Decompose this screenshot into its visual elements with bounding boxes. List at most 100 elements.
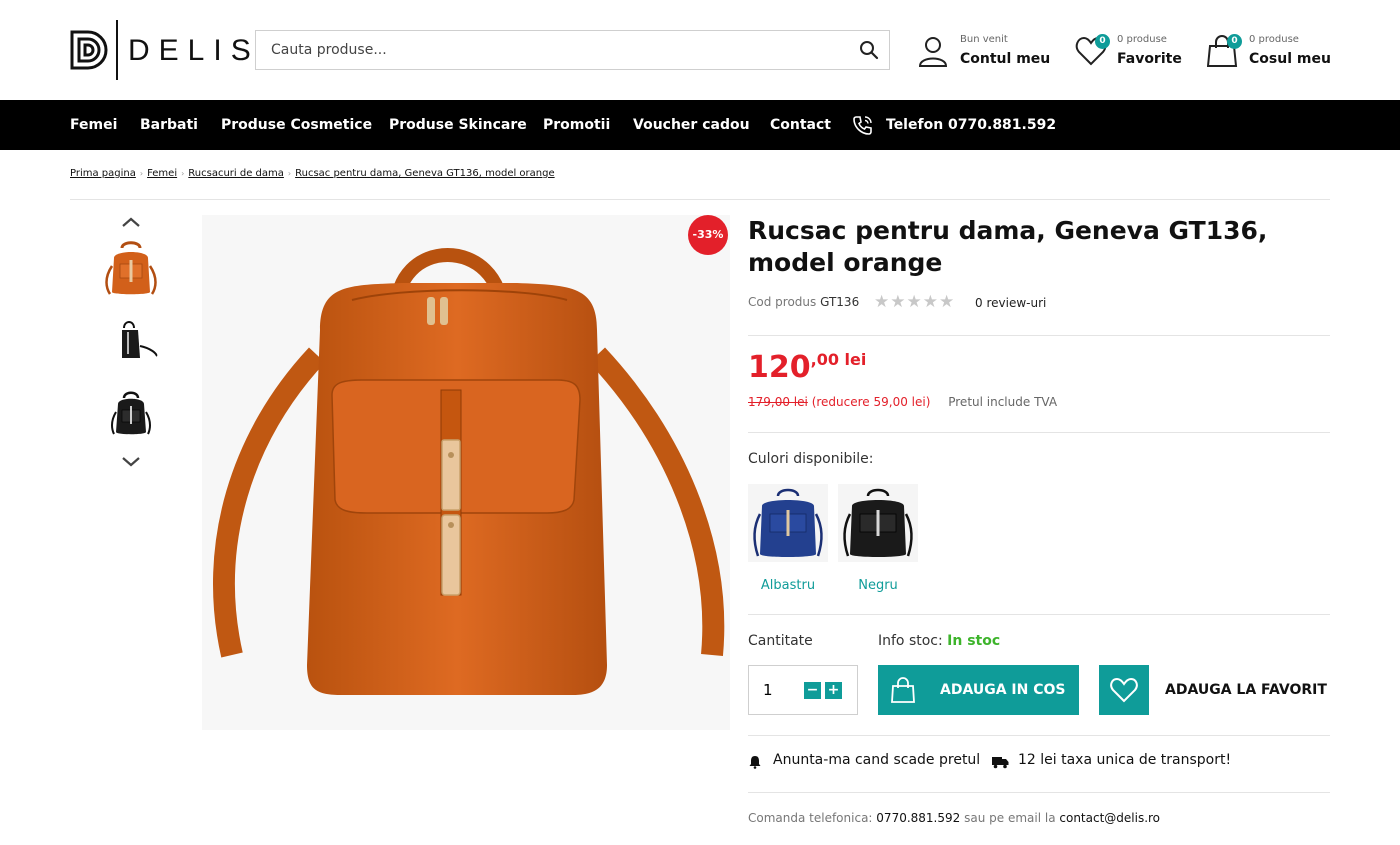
favorites-label: Favorite xyxy=(1117,51,1182,67)
product-code-label: Cod produs xyxy=(748,295,817,309)
star-icon: ★ xyxy=(874,292,891,312)
price-decimal: ,00 lei xyxy=(810,350,867,369)
phone-icon xyxy=(853,116,872,135)
order-email[interactable]: contact@delis.ro xyxy=(1059,811,1160,825)
chevron-down-icon[interactable] xyxy=(121,455,141,469)
star-icon: ★ xyxy=(906,292,923,312)
nav-item-produse-skincare[interactable]: Produse Skincare xyxy=(389,117,527,133)
divider xyxy=(748,614,1330,615)
divider xyxy=(748,735,1330,736)
thumbnail-orange[interactable] xyxy=(100,238,162,300)
divider xyxy=(70,199,1330,200)
breadcrumb-separator: › xyxy=(181,169,185,178)
product-code-value: GT136 xyxy=(820,295,860,309)
favorites-link[interactable]: 0 0 produse Favorite xyxy=(1075,30,1185,72)
breadcrumb-category[interactable]: Rucsacuri de dama xyxy=(188,168,284,179)
star-icon: ★ xyxy=(890,292,907,312)
star-icon: ★ xyxy=(939,292,956,312)
divider xyxy=(748,792,1330,793)
old-price: 179,00 lei xyxy=(748,395,808,409)
site-header: DELIS Bun venit Contul meu 0 0 produse F… xyxy=(0,0,1400,100)
add-to-cart-button[interactable]: ADAUGA IN COS xyxy=(878,665,1079,715)
site-logo[interactable]: DELIS xyxy=(70,20,251,80)
order-phone-label: Comanda telefonica: xyxy=(748,811,873,825)
divider xyxy=(748,432,1330,433)
add-to-favorites-button[interactable] xyxy=(1099,665,1149,715)
divider xyxy=(748,335,1330,336)
colors-label: Culori disponibile: xyxy=(748,451,874,467)
add-to-cart-label: ADAUGA IN COS xyxy=(940,682,1066,698)
nav-item-barbati[interactable]: Barbati xyxy=(140,117,198,133)
search-input[interactable] xyxy=(256,31,836,69)
price-alert-label: Anunta-ma cand scade pretul xyxy=(773,752,981,768)
logo-wordmark: DELIS xyxy=(128,34,260,67)
favorites-count-badge: 0 xyxy=(1095,34,1110,49)
quantity-input[interactable] xyxy=(749,666,799,714)
product-title: Rucsac pentru dama, Geneva GT136, model … xyxy=(748,216,1268,277)
heart-icon xyxy=(1110,677,1138,703)
thumbnail-black-side[interactable] xyxy=(100,310,162,372)
color-swatch-negru xyxy=(838,484,918,562)
stock-info: Info stoc: In stoc xyxy=(878,633,1000,649)
shipping-info: 12 lei taxa unica de transport! xyxy=(992,752,1232,769)
reduction-amount: (reducere 59,00 lei) xyxy=(811,395,931,409)
chevron-up-icon[interactable] xyxy=(121,215,141,229)
quantity-label: Cantitate xyxy=(748,633,813,649)
price-alert-link[interactable]: Anunta-ma cand scade pretul xyxy=(748,752,981,769)
color-name-negru: Negru xyxy=(858,578,898,593)
nav-item-femei[interactable]: Femei xyxy=(70,117,117,133)
star-icon: ★ xyxy=(922,292,939,312)
quantity-increase-button[interactable]: + xyxy=(825,682,842,699)
vat-note: Pretul include TVA xyxy=(948,395,1058,409)
main-product-image[interactable] xyxy=(202,215,730,730)
rating-stars[interactable]: ★★★★★ xyxy=(874,292,955,312)
nav-item-contact[interactable]: Contact xyxy=(770,117,831,133)
price-integer: 120 xyxy=(748,350,811,385)
color-option-negru[interactable]: Negru xyxy=(838,484,918,593)
nav-item-voucher-cadou[interactable]: Voucher cadou xyxy=(633,117,750,133)
order-contact: Comanda telefonica: 0770.881.592 sau pe … xyxy=(748,811,1160,825)
nav-phone[interactable]: Telefon 0770.881.592 xyxy=(886,117,1056,133)
review-count[interactable]: 0 review-uri xyxy=(975,296,1046,310)
color-swatch-albastru xyxy=(748,484,828,562)
account-label: Contul meu xyxy=(960,51,1051,67)
cart-count-badge: 0 xyxy=(1227,34,1242,49)
bell-icon xyxy=(749,756,761,769)
current-price: 120,00 lei xyxy=(748,350,866,385)
breadcrumb-separator: › xyxy=(287,169,292,178)
logo-d-mark-icon xyxy=(70,30,108,70)
order-email-label: sau pe email la xyxy=(964,811,1056,825)
backpack-illustration xyxy=(213,248,725,695)
breadcrumb-home[interactable]: Prima pagina xyxy=(70,168,136,179)
order-phone[interactable]: 0770.881.592 xyxy=(876,811,960,825)
cart-count: 0 produse xyxy=(1249,34,1299,45)
shipping-label: 12 lei taxa unica de transport! xyxy=(1018,752,1232,768)
favorites-count: 0 produse xyxy=(1117,34,1167,45)
shopping-bag-icon xyxy=(891,677,915,703)
user-icon xyxy=(918,37,948,67)
search-bar xyxy=(255,30,890,70)
account-greeting: Bun venit xyxy=(960,34,1008,45)
thumbnail-black-front[interactable] xyxy=(100,384,162,446)
breadcrumb-current[interactable]: Rucsac pentru dama, Geneva GT136, model … xyxy=(295,168,555,179)
breadcrumb-femei[interactable]: Femei xyxy=(147,168,177,179)
color-name-albastru: Albastru xyxy=(760,578,816,593)
color-option-albastru[interactable]: Albastru xyxy=(748,484,828,593)
main-nav: Femei Barbati Produse Cosmetice Produse … xyxy=(0,100,1400,150)
breadcrumb: Prima pagina › Femei › Rucsacuri de dama › Ruc… xyxy=(70,168,555,179)
stock-label: Info stoc: xyxy=(878,633,943,649)
add-to-favorites-label[interactable]: ADAUGA LA FAVORIT xyxy=(1165,682,1327,698)
quantity-decrease-button[interactable]: − xyxy=(804,682,821,699)
stock-status: In stoc xyxy=(947,633,1001,649)
cart-link[interactable]: 0 0 produse Cosul meu xyxy=(1207,30,1332,72)
nav-item-produse-cosmetice[interactable]: Produse Cosmetice xyxy=(221,117,372,133)
logo-divider xyxy=(116,20,118,80)
quantity-stepper: − + xyxy=(748,665,858,715)
old-price-row: 179,00 lei (reducere 59,00 lei) Pretul i… xyxy=(748,395,1057,409)
account-link[interactable]: Bun venit Contul meu xyxy=(918,30,1053,72)
discount-badge: -33% xyxy=(688,215,728,255)
cart-label: Cosul meu xyxy=(1249,51,1331,67)
truck-icon xyxy=(992,757,1009,769)
search-icon[interactable] xyxy=(859,40,879,60)
nav-item-promotii[interactable]: Promotii xyxy=(543,117,610,133)
